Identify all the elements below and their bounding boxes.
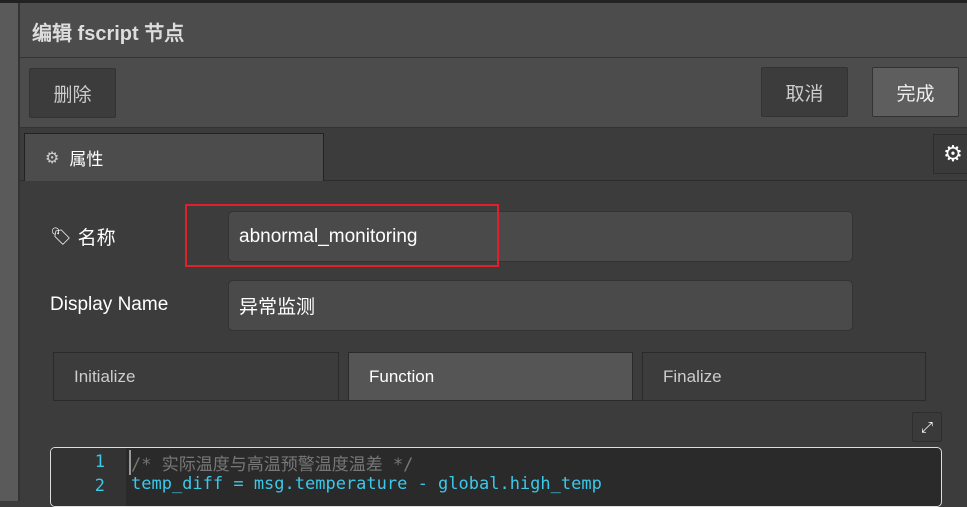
expand-editor-button[interactable]: ⤢ — [912, 412, 942, 442]
code-editor[interactable]: 1 /* 实际温度与高温预警温度温差 */ 2 temp_diff = msg.… — [50, 447, 942, 507]
code-line-comment: /* 实际温度与高温预警温度温差 */ — [129, 450, 413, 475]
dialog-header: 编辑 fscript 节点 — [20, 3, 967, 58]
line-number: 2 — [94, 476, 105, 496]
tab-divider — [53, 400, 926, 401]
dialog-toolbar: 删除 取消 完成 — [20, 58, 967, 128]
tab-initialize[interactable]: Initialize — [53, 352, 339, 401]
gear-icon: ⚙ — [943, 141, 963, 166]
display-name-input[interactable]: 异常监测 — [228, 280, 853, 331]
tab-label: 属性 — [69, 150, 104, 169]
line-number: 1 — [94, 452, 105, 472]
dialog-title: 编辑 fscript 节点 — [32, 23, 185, 45]
display-name-label: Display Name — [50, 294, 169, 315]
cancel-button[interactable]: 取消 — [761, 67, 848, 117]
tab-properties[interactable]: ⚙ 属性 — [24, 133, 324, 181]
gear-icon: ⚙ — [45, 149, 60, 167]
tag-icon: 🏷 — [50, 226, 72, 246]
done-button[interactable]: 完成 — [872, 67, 959, 117]
name-label: 🏷 名称 — [50, 226, 116, 250]
tab-bar: ⚙ 属性 ⚙ — [20, 128, 967, 181]
background-canvas-strip — [0, 0, 20, 501]
settings-gear-button[interactable]: ⚙ — [933, 134, 967, 174]
highlight-box — [185, 204, 499, 267]
tab-finalize[interactable]: Finalize — [642, 352, 926, 401]
expand-icon: ⤢ — [920, 418, 933, 436]
tab-function[interactable]: Function — [348, 352, 633, 401]
delete-button[interactable]: 删除 — [29, 68, 116, 118]
code-line: temp_diff = msg.temperature - global.hig… — [131, 474, 602, 494]
